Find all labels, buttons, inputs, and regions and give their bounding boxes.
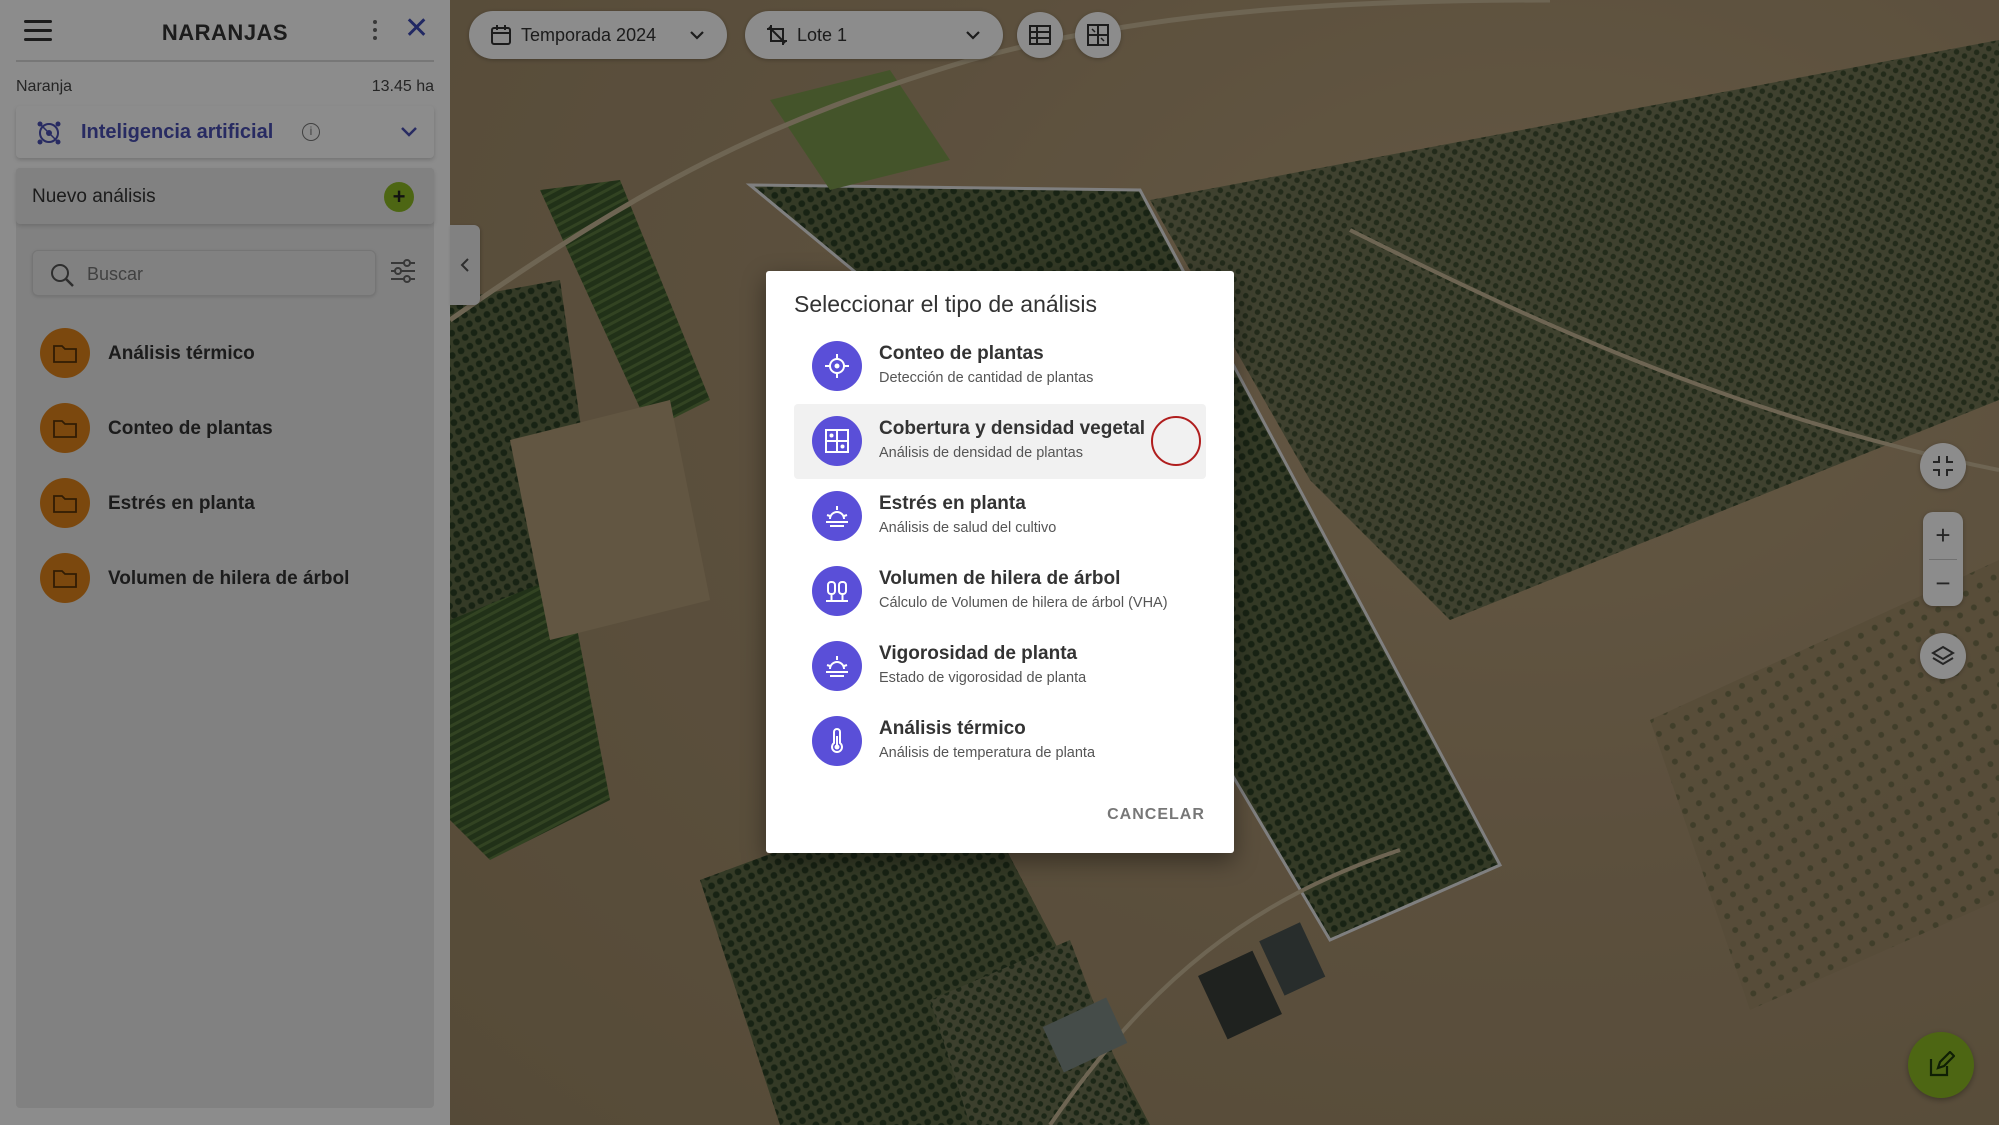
cancel-button[interactable]: CANCELAR [1096, 806, 1216, 824]
option-plant-stress[interactable]: Estrés en planta Análisis de salud del c… [794, 479, 1206, 554]
sun-plant-icon [812, 641, 862, 691]
option-plant-vigor[interactable]: Vigorosidad de planta Estado de vigorosi… [794, 629, 1206, 704]
option-tree-row-volume[interactable]: Volumen de hilera de árbol Cálculo de Vo… [794, 554, 1206, 629]
cursor-indicator [1151, 416, 1201, 466]
option-coverage-density[interactable]: Cobertura y densidad vegetal Análisis de… [794, 404, 1206, 479]
option-title: Conteo de plantas [879, 343, 1044, 364]
option-title: Cobertura y densidad vegetal [879, 418, 1146, 439]
option-title: Volumen de hilera de árbol [879, 568, 1121, 589]
option-title: Estrés en planta [879, 493, 1026, 514]
dialog-title: Seleccionar el tipo de análisis [794, 291, 1098, 317]
sun-plant-icon [812, 491, 862, 541]
option-subtitle: Estado de vigorosidad de planta [879, 670, 1087, 686]
tree-volume-icon [812, 566, 862, 616]
target-icon [812, 341, 862, 391]
option-title: Análisis térmico [879, 718, 1026, 739]
thermometer-icon [812, 716, 862, 766]
grid-density-icon [812, 416, 862, 466]
option-subtitle: Detección de cantidad de plantas [879, 370, 1094, 386]
option-subtitle: Análisis de temperatura de planta [879, 745, 1096, 761]
option-subtitle: Análisis de salud del cultivo [879, 520, 1057, 536]
option-subtitle: Cálculo de Volumen de hilera de árbol (V… [879, 595, 1168, 611]
analysis-type-dialog: Seleccionar el tipo de análisis Conteo d… [766, 271, 1234, 853]
option-thermal-analysis[interactable]: Análisis térmico Análisis de temperatura… [794, 704, 1206, 779]
option-plant-count[interactable]: Conteo de plantas Detección de cantidad … [794, 329, 1206, 404]
option-subtitle: Análisis de densidad de plantas [879, 445, 1083, 461]
option-title: Vigorosidad de planta [879, 643, 1078, 664]
